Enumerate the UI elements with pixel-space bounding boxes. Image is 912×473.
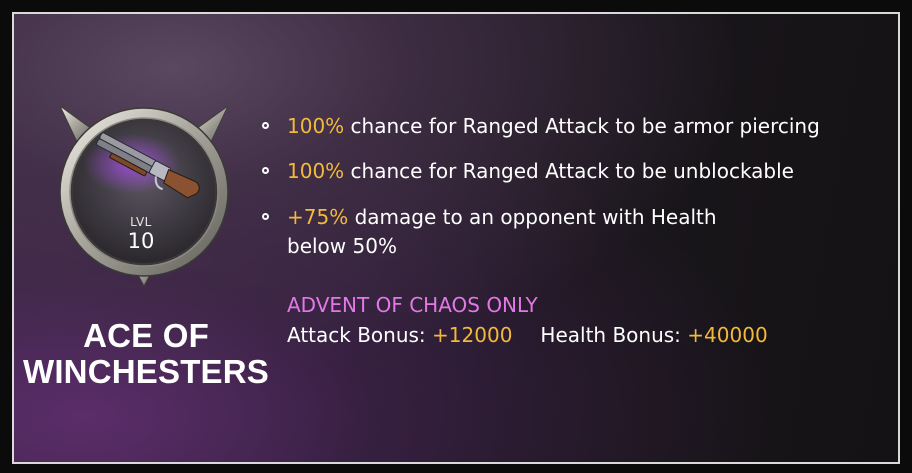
bonus-stats: Attack Bonus: +12000 Health Bonus: +40000 bbox=[287, 321, 768, 349]
perk-description-line2: below 50% bbox=[287, 234, 397, 258]
attack-bonus-value: +12000 bbox=[432, 323, 513, 347]
perk-highlight: 100% bbox=[287, 114, 345, 138]
perk-text: 100% chance for Ranged Attack to be unbl… bbox=[287, 157, 794, 186]
perk-description: damage to an opponent with Health bbox=[348, 205, 717, 229]
card-title: ACE OF WINCHESTERS bbox=[16, 318, 276, 390]
health-bonus-label: Health Bonus: bbox=[540, 323, 688, 347]
perk-description: chance for Ranged Attack to be unblockab… bbox=[344, 159, 794, 183]
level-label: LVL bbox=[130, 215, 152, 229]
perk-text: +75% damage to an opponent with Health be… bbox=[287, 203, 717, 261]
perk-highlight: +75% bbox=[287, 205, 349, 229]
level-value: 10 bbox=[127, 229, 155, 253]
event-label: ADVENT OF CHAOS ONLY bbox=[287, 293, 538, 317]
perk-highlight: 100% bbox=[287, 159, 345, 183]
bullet-icon bbox=[262, 167, 269, 174]
bullet-icon bbox=[262, 213, 269, 220]
perk-text: 100% chance for Ranged Attack to be armo… bbox=[287, 112, 820, 141]
bullet-icon bbox=[262, 122, 269, 129]
health-bonus-value: +40000 bbox=[687, 323, 768, 347]
perk-description: chance for Ranged Attack to be armor pie… bbox=[344, 114, 820, 138]
silver-medal-frame-icon bbox=[59, 105, 229, 288]
medal bbox=[44, 92, 244, 292]
card-title-line2: WINCHESTERS bbox=[22, 353, 270, 390]
card-title-line1: ACE OF bbox=[83, 317, 209, 354]
attack-bonus-label: Attack Bonus: bbox=[287, 323, 433, 347]
